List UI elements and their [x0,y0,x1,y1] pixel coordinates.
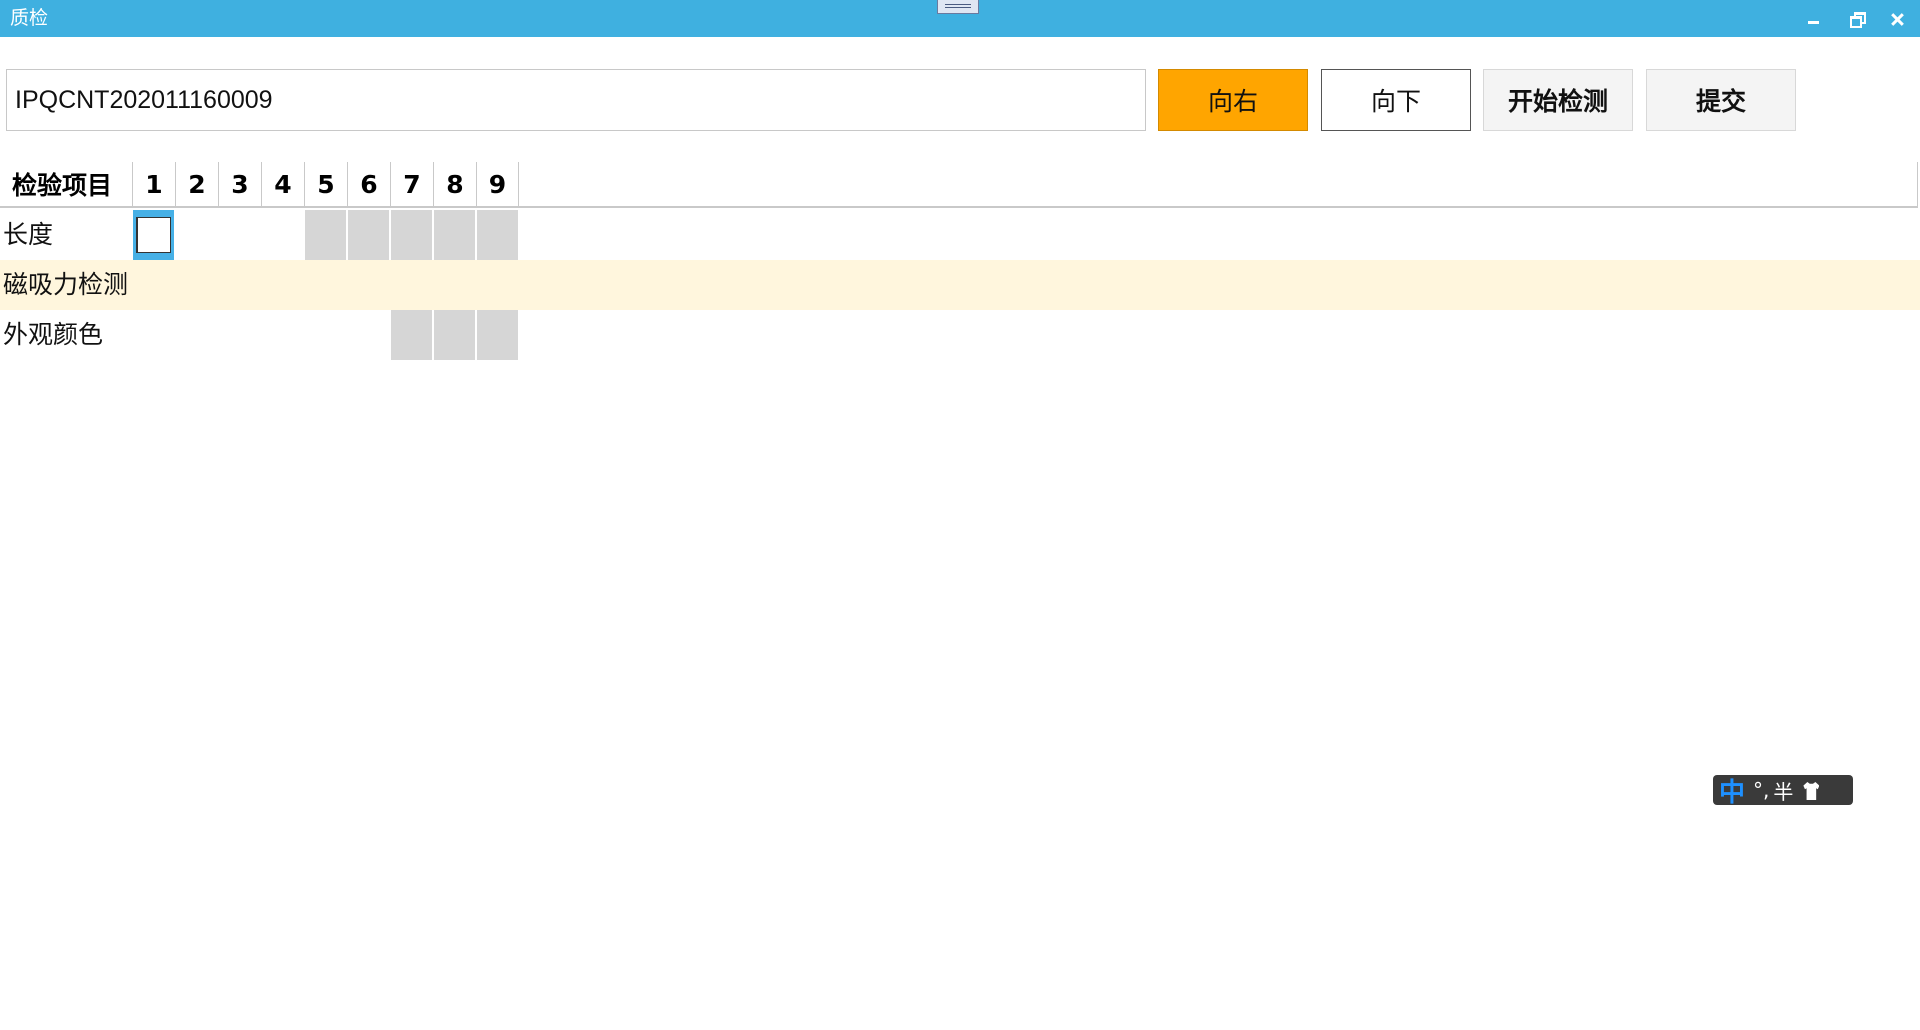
grid-cell [391,210,432,260]
grid-header: 检验项目 123456789 [0,162,1920,208]
document-number-input[interactable] [6,69,1146,131]
table-row[interactable]: 长度 [0,210,1920,260]
grid-cell [305,210,346,260]
table-row[interactable]: 磁吸力检测 [0,260,1920,310]
grid-cell[interactable] [176,210,217,260]
table-row[interactable]: 外观颜色 [0,310,1920,360]
ime-width[interactable]: 半 [1773,776,1793,805]
grid-cell[interactable] [477,260,518,310]
grid-cell[interactable] [133,210,174,260]
grid-cell[interactable] [305,260,346,310]
cell-editor[interactable] [136,217,171,253]
grid-cell[interactable] [219,260,260,310]
close-icon[interactable] [1886,8,1910,30]
column-header-1: 1 [132,162,175,206]
column-header-6: 6 [347,162,390,206]
column-header-4: 4 [261,162,304,206]
minimize-icon[interactable] [1802,8,1826,30]
grid-cell [477,210,518,260]
shirt-icon[interactable] [1799,780,1823,800]
start-inspection-button[interactable]: 开始检测 [1483,69,1633,131]
grid-cell[interactable] [219,210,260,260]
grid-cell [477,310,518,360]
grid-cell[interactable] [391,260,432,310]
grid-cell[interactable] [348,260,389,310]
grid-cell[interactable] [176,310,217,360]
grid-cell[interactable] [133,260,174,310]
grid-cell[interactable] [262,210,303,260]
column-header-8: 8 [433,162,476,206]
grid-cell[interactable] [348,310,389,360]
grid-cell [434,310,475,360]
column-header-5: 5 [304,162,347,206]
move-down-button[interactable]: 向下 [1321,69,1471,131]
column-header-3: 3 [218,162,261,206]
ime-mode[interactable]: 中 [1719,772,1745,809]
grid-cell [391,310,432,360]
ime-status-bar[interactable]: 中 °, 半 [1713,775,1853,808]
grid-cell[interactable] [133,310,174,360]
submit-button[interactable]: 提交 [1646,69,1796,131]
grid-cell[interactable] [219,310,260,360]
title-bar[interactable]: 质检 [0,0,1920,37]
column-header-9: 9 [476,162,519,206]
drag-handle-icon[interactable] [937,0,979,14]
grid-cell [434,210,475,260]
row-label: 外观颜色 [3,320,104,349]
restore-icon[interactable] [1845,8,1869,30]
ime-punctuation[interactable]: °, [1753,778,1769,802]
grid-cell [348,210,389,260]
move-right-button[interactable]: 向右 [1158,69,1308,131]
grid-cell[interactable] [262,260,303,310]
grid-cell[interactable] [434,260,475,310]
row-label: 磁吸力检测 [3,270,129,299]
column-header-7: 7 [390,162,433,206]
column-header-2: 2 [175,162,218,206]
grid-cell[interactable] [305,310,346,360]
grid-cell[interactable] [176,260,217,310]
header-end-divider [1917,162,1918,206]
grid-cell[interactable] [262,310,303,360]
window-title: 质检 [10,7,49,29]
header-inspection-item: 检验项目 [12,171,113,200]
row-label: 长度 [3,220,54,249]
header-divider [0,206,1918,208]
